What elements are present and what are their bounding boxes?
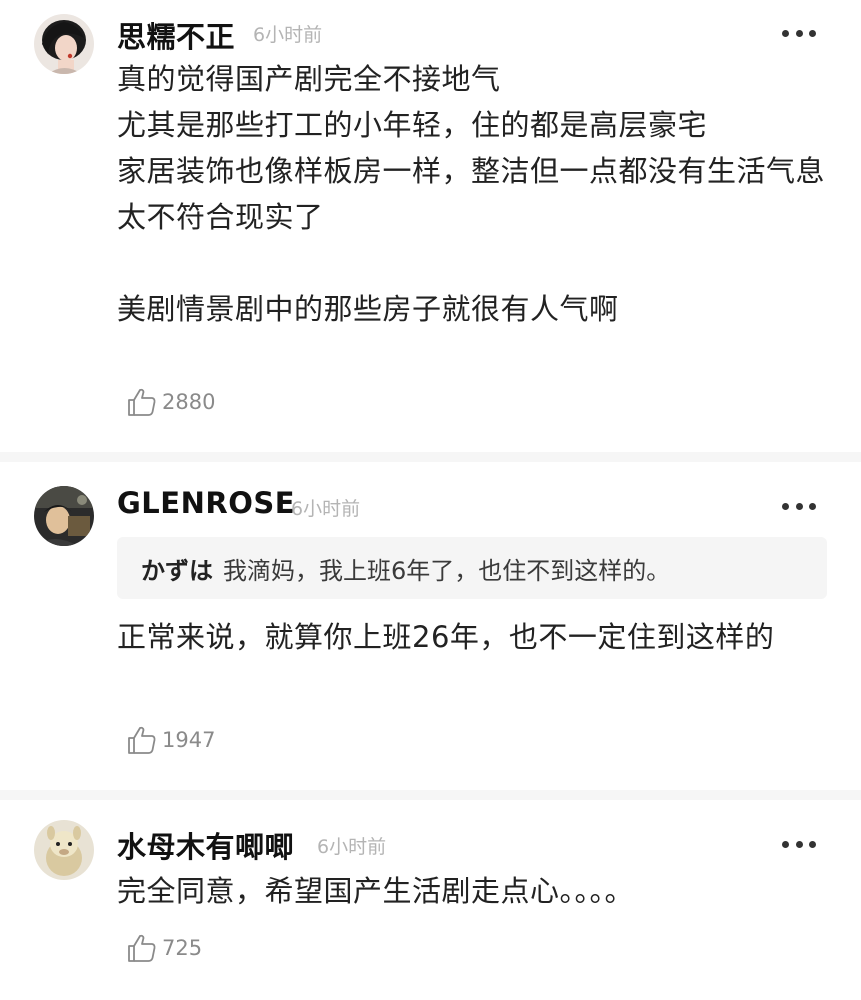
comment-item: 思糯不正 6小时前 真的觉得国产剧完全不接地气 尤其是那些打工的小年轻，住的都是…: [0, 0, 861, 452]
like-button[interactable]: 2880: [126, 385, 215, 419]
like-button[interactable]: 1947: [126, 723, 215, 757]
timestamp: 6小时前: [291, 498, 361, 520]
username[interactable]: 思糯不正: [117, 14, 235, 56]
timestamp: 6小时前: [317, 836, 387, 858]
quote-author: かずは: [141, 556, 213, 585]
more-button[interactable]: [782, 500, 816, 512]
quoted-reply[interactable]: かずは 我滴妈，我上班6年了，也住不到这样的。: [117, 537, 827, 599]
username[interactable]: GLENROSE: [117, 486, 295, 520]
comment-text: 真的觉得国产剧完全不接地气 尤其是那些打工的小年轻，住的都是高层豪宅 家居装饰也…: [117, 62, 826, 326]
comment-item: 水母木有唧唧 6小时前 完全同意，希望国产生活剧走点心。。。。 725: [0, 800, 861, 1000]
like-count: 1947: [162, 728, 216, 752]
like-button[interactable]: 725: [126, 931, 202, 965]
comment-text: 完全同意，希望国产生活剧走点心。。。。: [117, 874, 635, 908]
avatar-photo-icon: [34, 486, 94, 546]
more-dots-icon: [782, 29, 789, 37]
avatar-alpaca-icon: [34, 820, 94, 880]
more-dots-icon: [782, 840, 789, 848]
divider: [0, 452, 861, 462]
more-button[interactable]: [782, 838, 816, 850]
avatar[interactable]: [34, 820, 94, 880]
avatar[interactable]: [34, 14, 94, 74]
avatar[interactable]: [34, 486, 94, 546]
more-button[interactable]: [782, 27, 816, 39]
thumbs-up-icon: [128, 934, 156, 962]
comment-text: 正常来说，就算你上班26年，也不一定住到这样的: [117, 620, 775, 654]
comment-item: GLENROSE 6小时前 かずは 我滴妈，我上班6年了，也住不到这样的。 正常…: [0, 462, 861, 790]
divider: [0, 790, 861, 800]
timestamp: 6小时前: [253, 24, 323, 46]
thumbs-up-icon: [128, 726, 156, 754]
username[interactable]: 水母木有唧唧: [117, 824, 294, 866]
quote-text: 我滴妈，我上班6年了，也住不到这样的。: [223, 556, 671, 585]
more-dots-icon: [782, 502, 789, 510]
like-count: 2880: [162, 390, 216, 414]
like-count: 725: [162, 936, 203, 960]
avatar-woman-icon: [34, 14, 94, 74]
thumbs-up-icon: [128, 388, 156, 416]
